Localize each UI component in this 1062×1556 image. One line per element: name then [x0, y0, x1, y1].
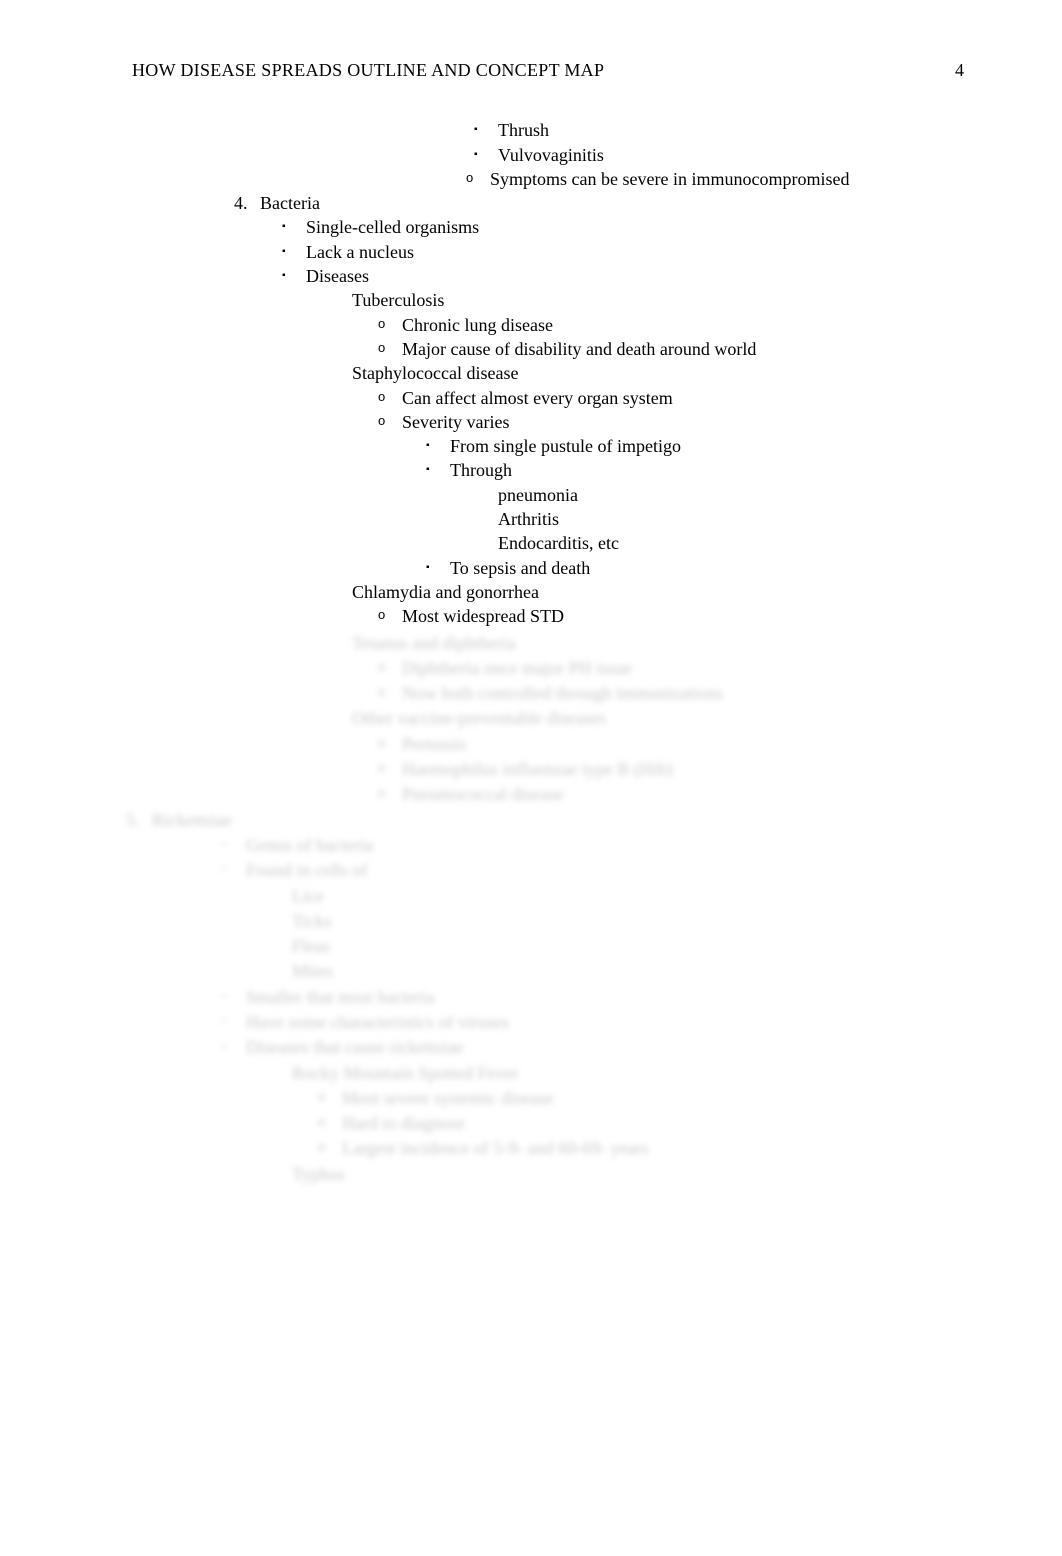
list-item: To sepsis and death — [450, 558, 590, 578]
list-item: Bacteria — [260, 193, 320, 213]
list-item: Arthritis — [498, 509, 559, 529]
list-item: Lice — [292, 886, 324, 906]
list-item: Found in cells of — [246, 860, 368, 880]
list-item: Diphtheria once major PH issue — [402, 658, 632, 678]
list-item: Ticks — [292, 911, 331, 931]
list-item: Largest incidence of 5-9- and 60-69- yea… — [342, 1138, 649, 1158]
list-item: Endocarditis, etc — [498, 533, 619, 553]
list-item: Symptoms can be severe in immunocompromi… — [490, 169, 849, 189]
list-number: 4. — [234, 191, 248, 215]
document-body: ▪Thrush ▪Vulvovaginitis oSymptoms can be… — [132, 118, 972, 1186]
list-item: Mites — [292, 961, 333, 981]
list-item: Chronic lung disease — [402, 315, 553, 335]
list-item: Severity varies — [402, 412, 509, 432]
list-item: Lack a nucleus — [306, 242, 414, 262]
list-item: Other vaccine-preventable diseases — [352, 708, 606, 728]
list-item: Thrush — [498, 120, 549, 140]
list-item: Most severe systemic disease — [342, 1088, 553, 1108]
list-item: Pneumococcal disease — [402, 784, 563, 804]
list-item: Tuberculosis — [352, 290, 444, 310]
list-item: Typhus — [292, 1164, 345, 1184]
list-item: Diseases — [306, 266, 369, 286]
list-item: Rickettsiae — [152, 810, 232, 830]
list-item: Can affect almost every organ system — [402, 388, 673, 408]
list-item: Pertussis — [402, 734, 466, 754]
locked-preview: Tetanus and diphtheria oDiphtheria once … — [240, 631, 972, 1187]
list-item: Smaller that most bacteria — [246, 987, 434, 1007]
list-item: Through — [450, 460, 512, 480]
list-item: Vulvovaginitis — [498, 145, 604, 165]
list-item: Most widespread STD — [402, 606, 564, 626]
list-item: Hard to diagnose — [342, 1113, 465, 1133]
list-item: Haemophilus influenzae type B (Hib) — [402, 759, 673, 779]
list-item: Genus of bacteria — [246, 835, 373, 855]
page-number: 4 — [955, 58, 964, 82]
list-item: From single pustule of impetigo — [450, 436, 681, 456]
list-item: Now both controlled through immunization… — [402, 683, 723, 703]
list-item: Staphylococcal disease — [352, 363, 518, 383]
list-item: Diseases that cause rickettsiae — [246, 1037, 463, 1057]
list-item: pneumonia — [498, 485, 578, 505]
list-item: Have some characteristics of viruses — [246, 1012, 509, 1032]
list-item: Single-celled organisms — [306, 217, 479, 237]
list-item: Chlamydia and gonorrhea — [352, 582, 539, 602]
list-item: Major cause of disability and death arou… — [402, 339, 756, 359]
list-item: Fleas — [292, 936, 330, 956]
list-item: Tetanus and diphtheria — [352, 633, 516, 653]
running-header-title: HOW DISEASE SPREADS OUTLINE AND CONCEPT … — [132, 58, 604, 82]
list-item: Rocky Mountain Spotted Fever — [292, 1063, 518, 1083]
